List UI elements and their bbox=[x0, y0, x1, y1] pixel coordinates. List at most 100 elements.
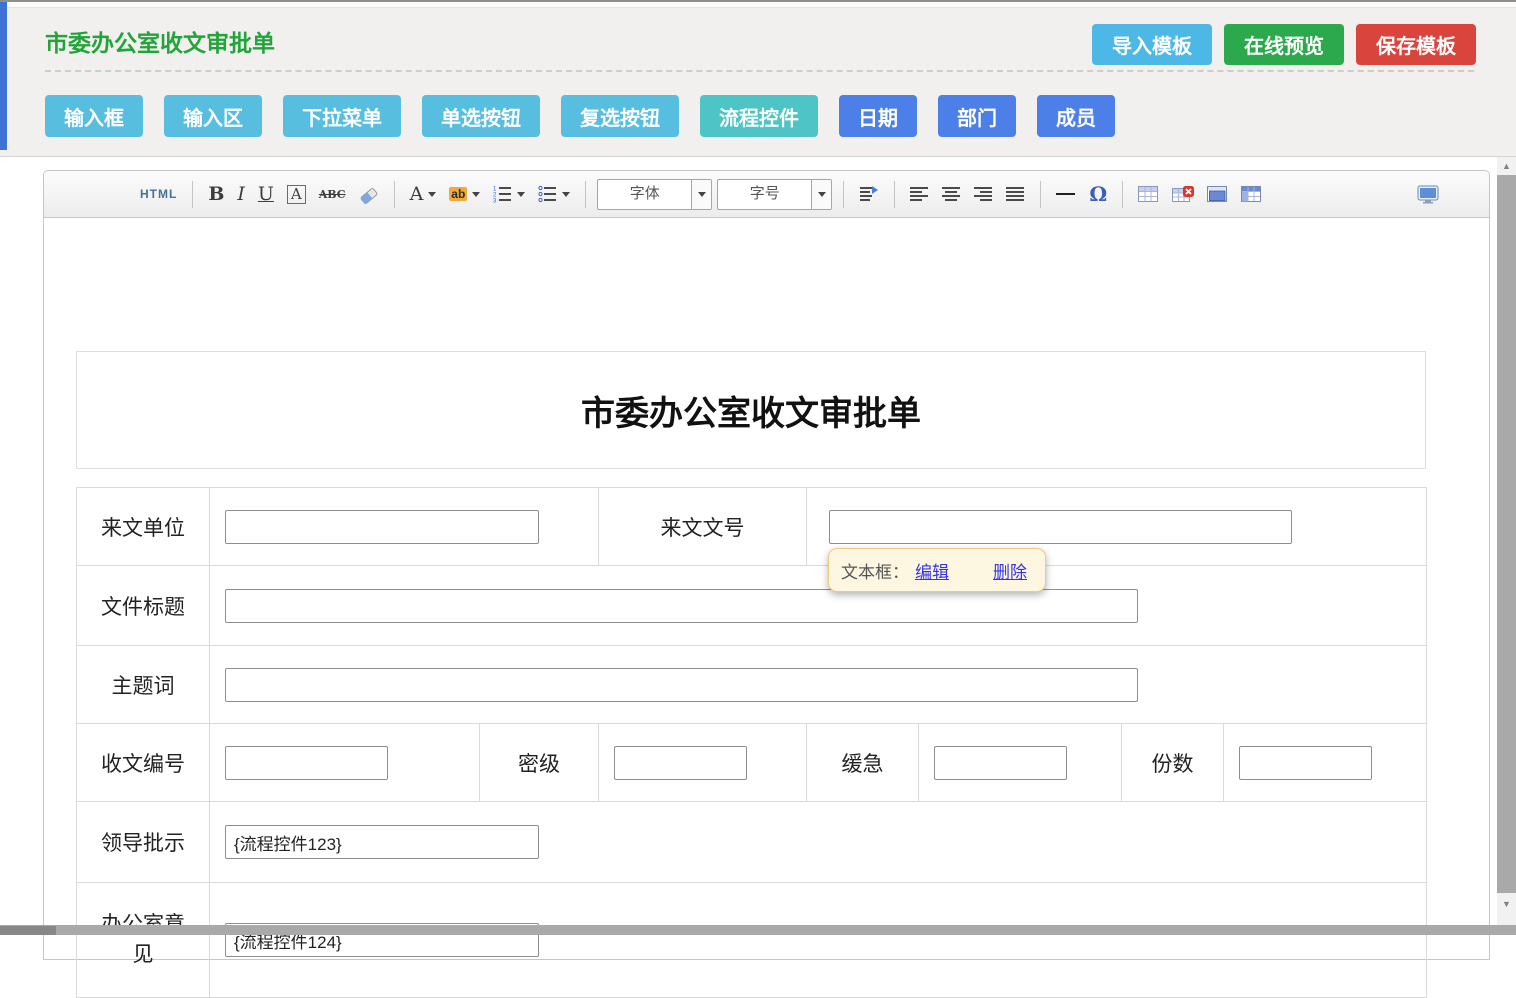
palette-button-flow-control[interactable]: 流程控件 bbox=[700, 95, 818, 137]
font-size-label: 字号 bbox=[718, 180, 811, 209]
align-center-button[interactable] bbox=[938, 179, 965, 209]
office-opinion-cell bbox=[210, 883, 1427, 998]
receipt-number-input[interactable] bbox=[225, 746, 388, 780]
font-family-select[interactable]: 字体 bbox=[597, 179, 712, 210]
header-divider bbox=[45, 70, 1474, 72]
urgency-cell bbox=[919, 724, 1122, 802]
leader-instruction-input[interactable] bbox=[225, 825, 539, 859]
table-delete-icon bbox=[1172, 186, 1194, 203]
editor-toolbar: HTML B I U A ABC A ab 1 2 3 bbox=[44, 171, 1489, 218]
table-row: 领导批示 bbox=[77, 802, 1427, 883]
palette-button-dropdown[interactable]: 下拉菜单 bbox=[283, 95, 401, 137]
top-header: 市委办公室收文审批单 导入模板 在线预览 保存模板 输入框 输入区 下拉菜单 单… bbox=[0, 0, 1516, 157]
table-row: 收文编号 密级 缓急 份数 bbox=[77, 724, 1427, 802]
chevron-down-icon bbox=[818, 192, 826, 197]
highlight-color-button[interactable]: ab bbox=[445, 179, 484, 209]
table-row: 文件标题 bbox=[77, 566, 1427, 646]
palette-button-date[interactable]: 日期 bbox=[839, 95, 917, 137]
ordered-list-button[interactable]: 1 2 3 bbox=[489, 179, 529, 209]
import-template-button[interactable]: 导入模板 bbox=[1092, 24, 1212, 65]
remove-format-button[interactable] bbox=[355, 179, 383, 209]
keywords-input[interactable] bbox=[225, 668, 1138, 702]
table-properties-button[interactable] bbox=[1203, 179, 1232, 209]
strikethrough-button[interactable]: ABC bbox=[315, 179, 350, 209]
security-level-label: 密级 bbox=[480, 724, 599, 802]
scrollbar-thumb[interactable] bbox=[1497, 175, 1516, 893]
font-size-select[interactable]: 字号 bbox=[717, 179, 832, 210]
delete-table-button[interactable] bbox=[1168, 179, 1198, 209]
palette-button-input-field[interactable]: 输入框 bbox=[45, 95, 143, 137]
chevron-down-icon bbox=[472, 192, 480, 197]
italic-button[interactable]: I bbox=[233, 179, 249, 209]
receipt-number-cell bbox=[210, 724, 480, 802]
incoming-number-label: 来文文号 bbox=[599, 488, 807, 566]
align-right-button[interactable] bbox=[970, 179, 997, 209]
vertical-scrollbar[interactable]: ▲ ▼ bbox=[1497, 157, 1516, 925]
toolbar-separator bbox=[894, 181, 895, 208]
urgency-input[interactable] bbox=[934, 746, 1067, 780]
chevron-down-icon bbox=[428, 192, 436, 197]
field-tooltip: 文本框： 编辑 删除 bbox=[828, 548, 1046, 592]
palette-button-department[interactable]: 部门 bbox=[938, 95, 1016, 137]
chevron-down-icon bbox=[517, 192, 525, 197]
align-center-icon bbox=[942, 186, 961, 202]
arrow-down-icon: ▼ bbox=[1502, 899, 1511, 909]
insert-table-button[interactable] bbox=[1134, 179, 1163, 209]
table-row: 来文单位 来文文号 bbox=[77, 488, 1427, 566]
horizontal-scrollbar-thumb[interactable] bbox=[0, 926, 56, 935]
font-color-button[interactable]: A bbox=[406, 179, 441, 209]
palette-button-member[interactable]: 成员 bbox=[1037, 95, 1115, 137]
office-opinion-label: 办公室意见 bbox=[77, 883, 210, 998]
control-palette: 输入框 输入区 下拉菜单 单选按钮 复选按钮 流程控件 日期 部门 成员 bbox=[45, 95, 1115, 137]
delete-link[interactable]: 删除 bbox=[993, 558, 1027, 583]
source-code-button[interactable]: HTML bbox=[136, 179, 181, 209]
scroll-up-button[interactable]: ▲ bbox=[1497, 157, 1516, 175]
align-justify-button[interactable] bbox=[1002, 179, 1029, 209]
copies-label: 份数 bbox=[1122, 724, 1224, 802]
font-size-dropdown-button[interactable] bbox=[811, 180, 831, 209]
copies-input[interactable] bbox=[1239, 746, 1372, 780]
fullscreen-button[interactable] bbox=[1413, 179, 1443, 209]
toolbar-separator bbox=[843, 181, 844, 208]
indent-icon bbox=[859, 185, 879, 203]
security-level-input[interactable] bbox=[614, 746, 747, 780]
font-color-a-icon: A bbox=[410, 183, 424, 205]
incoming-number-input[interactable] bbox=[829, 510, 1292, 544]
incoming-unit-label: 来文单位 bbox=[77, 488, 210, 566]
form-table: 来文单位 来文文号 文件标题 主题词 收文编号 密级 缓急 份数 bbox=[76, 487, 1427, 998]
security-level-cell bbox=[599, 724, 807, 802]
editor-content[interactable]: 市委办公室收文审批单 来文单位 来文文号 文件标题 主题词 收文 bbox=[44, 218, 1489, 998]
svg-text:3: 3 bbox=[493, 199, 497, 204]
horizontal-rule-icon bbox=[1056, 188, 1076, 200]
bold-button[interactable]: B bbox=[204, 179, 228, 209]
horizontal-scrollbar[interactable] bbox=[0, 925, 1516, 935]
palette-button-textarea[interactable]: 输入区 bbox=[164, 95, 262, 137]
align-left-button[interactable] bbox=[906, 179, 933, 209]
toolbar-separator bbox=[192, 181, 193, 208]
unordered-list-button[interactable] bbox=[534, 179, 574, 209]
palette-button-checkbox[interactable]: 复选按钮 bbox=[561, 95, 679, 137]
save-template-button[interactable]: 保存模板 bbox=[1356, 24, 1476, 65]
edit-link[interactable]: 编辑 bbox=[915, 558, 949, 583]
toolbar-separator bbox=[1122, 181, 1123, 208]
special-char-button[interactable]: Ω bbox=[1085, 179, 1111, 209]
font-family-dropdown-button[interactable] bbox=[691, 180, 711, 209]
scroll-down-button[interactable]: ▼ bbox=[1497, 895, 1516, 913]
keywords-cell bbox=[210, 646, 1427, 724]
incoming-unit-input[interactable] bbox=[225, 510, 539, 544]
document-title-input[interactable] bbox=[225, 589, 1138, 623]
indent-button[interactable] bbox=[855, 179, 883, 209]
toolbar-separator bbox=[394, 181, 395, 208]
editor-panel: HTML B I U A ABC A ab 1 2 3 bbox=[43, 170, 1490, 960]
palette-button-radio[interactable]: 单选按钮 bbox=[422, 95, 540, 137]
document-title-cell bbox=[210, 566, 1427, 646]
online-preview-button[interactable]: 在线预览 bbox=[1224, 24, 1344, 65]
table-icon bbox=[1138, 186, 1159, 203]
inline-style-button[interactable]: A bbox=[283, 179, 310, 209]
tooltip-label: 文本框： bbox=[841, 558, 909, 583]
underline-button[interactable]: U bbox=[254, 179, 278, 209]
align-right-icon bbox=[974, 186, 993, 202]
cell-properties-button[interactable] bbox=[1237, 179, 1266, 209]
horizontal-rule-button[interactable] bbox=[1052, 179, 1080, 209]
leader-instruction-cell bbox=[210, 802, 1427, 883]
